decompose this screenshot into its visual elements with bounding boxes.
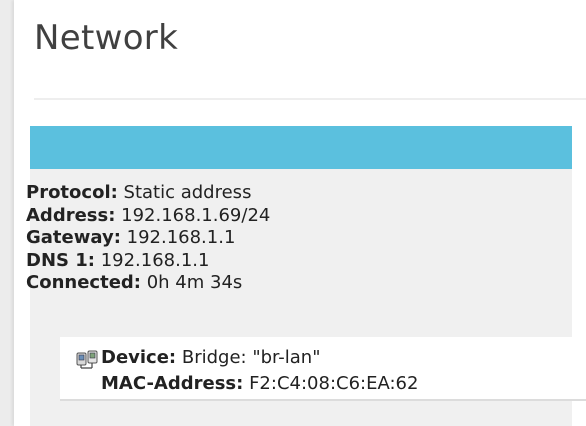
dns-row: DNS 1: 192.168.1.1 <box>26 250 270 273</box>
protocol-label: Protocol: <box>26 182 118 203</box>
address-row: Address: 192.168.1.69/24 <box>26 205 270 228</box>
mac-label: MAC-Address: <box>101 373 244 394</box>
device-divider <box>60 399 586 401</box>
device-row: Device: Bridge: "br-lan" <box>101 345 418 371</box>
card-header-bar <box>30 126 572 169</box>
mac-row: MAC-Address: F2:C4:08:C6:EA:62 <box>101 371 418 397</box>
mac-value: F2:C4:08:C6:EA:62 <box>243 373 419 394</box>
address-label: Address: <box>26 204 116 226</box>
connected-value: 0h 4m 34s <box>140 272 243 293</box>
page-title: Network <box>34 18 179 58</box>
dns-value: 192.168.1.1 <box>94 249 210 271</box>
protocol-row: Protocol: Static address <box>26 182 270 205</box>
gateway-label: Gateway: <box>26 227 121 248</box>
network-info-list: Protocol: Static address Address: 192.16… <box>26 182 270 295</box>
dns-label: DNS 1: <box>26 249 95 271</box>
device-label: Device: <box>101 347 177 368</box>
address-value: 192.168.1.69/24 <box>115 204 271 226</box>
device-info: Device: Bridge: "br-lan" MAC-Address: F2… <box>101 345 418 397</box>
ethernet-bridge-icon <box>76 350 98 370</box>
gateway-value: 192.168.1.1 <box>120 227 236 248</box>
protocol-value: Static address <box>117 182 252 203</box>
device-value: Bridge: "br-lan" <box>176 347 321 368</box>
gateway-row: Gateway: 192.168.1.1 <box>26 227 270 250</box>
connected-label: Connected: <box>26 272 141 293</box>
title-divider <box>34 98 586 100</box>
connected-row: Connected: 0h 4m 34s <box>26 272 270 295</box>
page: Network Protocol: Static address Address… <box>0 0 586 426</box>
